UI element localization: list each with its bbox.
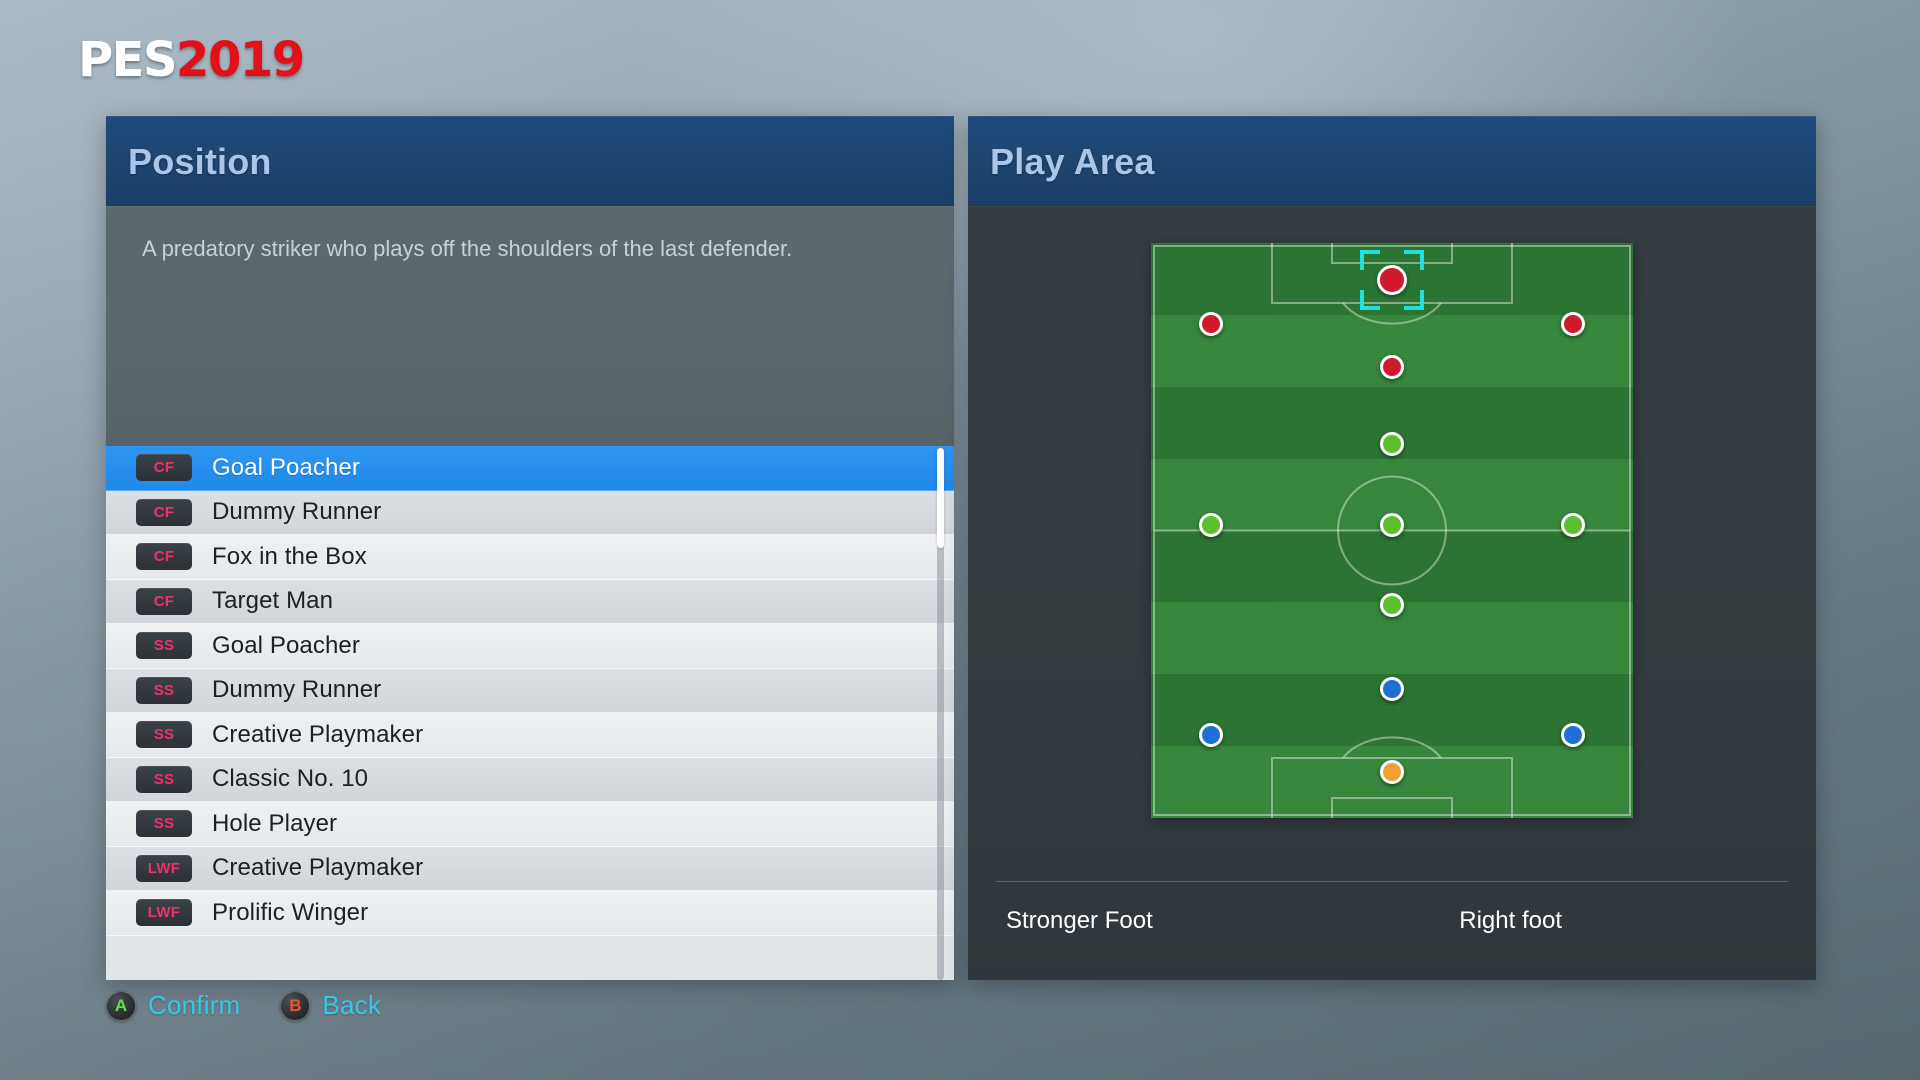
hint-back-label: Back xyxy=(322,990,382,1020)
pitch-position-dot[interactable] xyxy=(1380,432,1404,457)
pitch-position-dot[interactable] xyxy=(1560,722,1585,747)
position-list-row[interactable]: CF Dummy Runner xyxy=(106,490,954,535)
position-badge: SS xyxy=(136,765,192,793)
position-list-row-label: Dummy Runner xyxy=(212,676,382,704)
position-list-row[interactable]: CF Goal Poacher xyxy=(106,446,954,491)
stronger-foot-label: Stronger Foot xyxy=(1006,907,1153,934)
button-a-icon: A xyxy=(106,990,136,1021)
position-list-row-label: Fox in the Box xyxy=(212,542,367,570)
pitch-position-dot[interactable] xyxy=(1199,311,1224,336)
play-area-body: Stronger Foot Right foot xyxy=(968,206,1816,980)
hint-back[interactable]: B Back xyxy=(280,990,381,1021)
position-list[interactable]: CF Goal Poacher CF Dummy Runner CF Fox in the… xyxy=(106,446,954,980)
position-list-row-label: Creative Playmaker xyxy=(212,854,424,882)
position-badge: SS xyxy=(136,676,192,704)
button-b-icon: B xyxy=(280,990,311,1021)
position-list-row-label: Creative Playmaker xyxy=(212,720,424,748)
position-list-row[interactable]: CF Fox in the Box xyxy=(106,535,954,580)
position-panel: Position A predatory striker who plays o… xyxy=(106,116,954,980)
position-list-row-label: Classic No. 10 xyxy=(212,765,369,793)
pes-logo: PES2019 xyxy=(78,36,305,84)
pitch-position-dot[interactable] xyxy=(1199,512,1224,537)
position-panel-title: Position xyxy=(128,140,272,182)
position-badge: SS xyxy=(136,721,192,749)
position-badge: LWF xyxy=(136,899,192,927)
pitch-diagram[interactable] xyxy=(1151,243,1633,818)
position-list-row[interactable]: SS Classic No. 10 xyxy=(106,757,954,802)
pitch-position-dot[interactable] xyxy=(1380,676,1404,701)
position-list-row-label: Dummy Runner xyxy=(212,498,382,526)
pitch-position-dot[interactable] xyxy=(1199,722,1224,747)
pitch-position-dot[interactable] xyxy=(1380,354,1404,379)
pitch-position-dot[interactable] xyxy=(1380,760,1404,784)
position-list-row[interactable]: SS Dummy Runner xyxy=(106,668,954,713)
pitch-position-dot[interactable] xyxy=(1560,311,1585,336)
position-badge: CF xyxy=(136,543,192,571)
pitch-position-dot[interactable] xyxy=(1560,512,1585,537)
position-badge: SS xyxy=(136,810,192,838)
logo-brand-text: PES xyxy=(78,32,178,88)
hint-confirm-label: Confirm xyxy=(148,990,241,1020)
list-scrollbar-thumb[interactable] xyxy=(937,448,944,548)
position-list-row-label: Target Man xyxy=(212,587,334,615)
position-badge: SS xyxy=(136,632,192,660)
hint-confirm[interactable]: A Confirm xyxy=(106,990,240,1021)
position-list-row[interactable]: SS Creative Playmaker xyxy=(106,713,954,758)
position-description-area: A predatory striker who plays off the sh… xyxy=(106,206,954,446)
pitch-position-dot[interactable] xyxy=(1380,512,1404,537)
pitch-position-dot[interactable] xyxy=(1380,593,1404,618)
position-badge: CF xyxy=(136,587,192,615)
position-list-row-label: Hole Player xyxy=(212,809,338,837)
position-list-row-label: Goal Poacher xyxy=(212,631,360,659)
position-list-row[interactable]: SS Hole Player xyxy=(106,802,954,847)
pitch-position-dot[interactable] xyxy=(1377,265,1407,296)
position-badge: LWF xyxy=(136,854,192,882)
logo-year-text: 2019 xyxy=(176,32,305,88)
position-badge: CF xyxy=(136,498,192,526)
stronger-foot-divider xyxy=(996,881,1788,882)
position-list-row-label: Prolific Winger xyxy=(212,898,369,926)
play-area-panel: Play Area Stronger Foot Right foot xyxy=(968,116,1816,980)
position-list-row[interactable]: LWF Creative Playmaker xyxy=(106,846,954,891)
position-badge: CF xyxy=(136,454,192,482)
position-list-row[interactable]: CF Target Man xyxy=(106,579,954,624)
position-list-row-label: Goal Poacher xyxy=(212,453,360,481)
play-area-panel-title: Play Area xyxy=(990,140,1155,182)
position-panel-header: Position xyxy=(106,116,954,206)
position-description-text: A predatory striker who plays off the sh… xyxy=(142,236,793,261)
button-hints: A Confirm B Back xyxy=(106,990,421,1021)
stronger-foot-value: Right foot xyxy=(1459,907,1562,934)
stronger-foot-row: Stronger Foot Right foot xyxy=(1006,907,1778,935)
position-list-row[interactable]: LWF Prolific Winger xyxy=(106,891,954,936)
position-list-row[interactable]: SS Goal Poacher xyxy=(106,624,954,669)
play-area-panel-header: Play Area xyxy=(968,116,1816,206)
